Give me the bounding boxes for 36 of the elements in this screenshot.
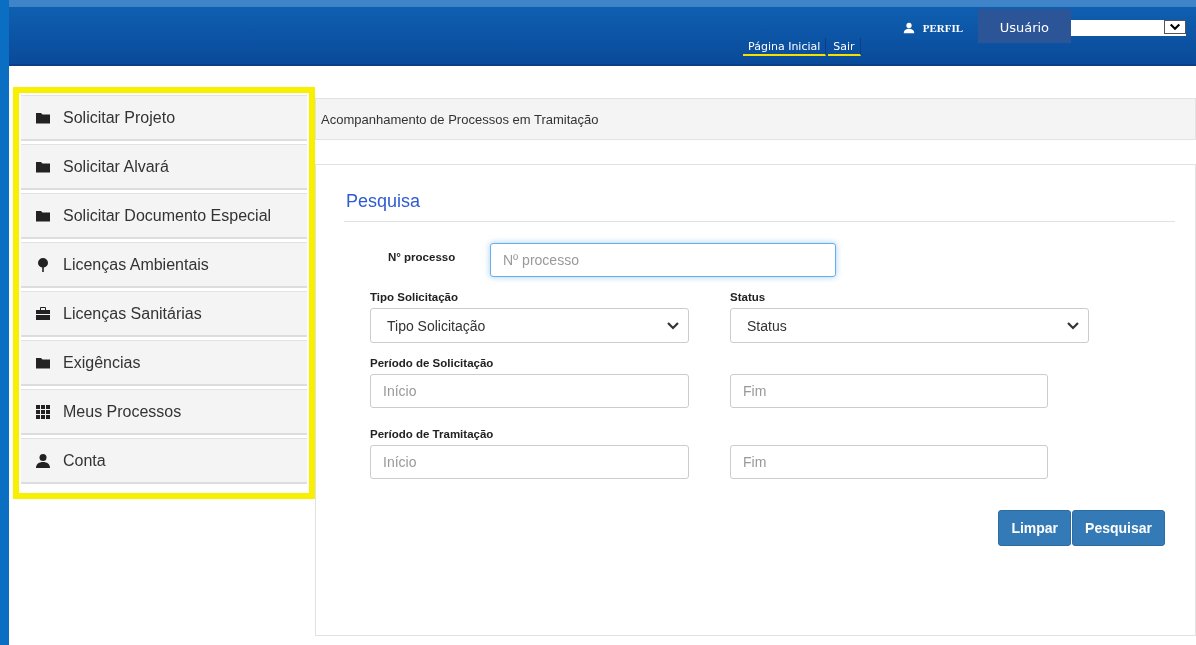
input-field[interactable]: Início <box>370 445 689 479</box>
field-label: N° processo <box>388 250 457 263</box>
chevron-icon <box>666 320 680 331</box>
menu-item[interactable]: Conta <box>21 438 307 484</box>
nav-link[interactable]: Página Inicial <box>743 38 827 56</box>
select-field[interactable]: Status <box>730 308 1089 343</box>
menu-item[interactable]: Solicitar Projeto <box>21 95 307 141</box>
menu-item[interactable]: Solicitar Documento Especial <box>21 193 307 239</box>
user-icon <box>35 452 51 469</box>
profile-tooltip: Usuário <box>977 9 1072 43</box>
profile-label: PERFIL <box>922 22 963 34</box>
input-field[interactable]: Início <box>370 374 689 408</box>
page-title: Acompanhamento de Processos em Tramitação <box>315 98 1196 140</box>
field-label: Período de Tramitação <box>370 428 495 440</box>
grid-icon <box>35 403 51 420</box>
action-button[interactable]: Limpar <box>998 510 1072 546</box>
select-field[interactable]: Tipo Solicitação <box>370 308 689 343</box>
menu-item[interactable]: Licenças Sanitárias <box>21 291 307 337</box>
menu-item[interactable]: Exigências <box>21 340 307 386</box>
chevron-icon <box>1066 320 1080 331</box>
field-label: Período de Solicitação <box>370 357 495 369</box>
field-label: Tipo Solicitação <box>370 291 459 303</box>
menu-item[interactable]: Solicitar Alvará <box>21 144 307 190</box>
menu-item[interactable]: Meus Processos <box>21 389 307 435</box>
input-field[interactable]: Fim <box>730 374 1048 408</box>
action-button[interactable]: Pesquisar <box>1072 510 1165 546</box>
caret-icon <box>1164 20 1186 34</box>
input-field[interactable]: Fim <box>730 445 1048 479</box>
field-label: Status <box>730 291 767 303</box>
menu-item[interactable]: Licenças Ambientais <box>21 242 307 288</box>
tree-icon <box>35 256 51 273</box>
briefcase-icon <box>35 305 51 322</box>
section-heading: Pesquisa <box>344 191 1175 222</box>
nav-link[interactable]: Sair <box>828 38 861 56</box>
input-field[interactable]: Nº processo <box>490 243 836 277</box>
user-icon <box>902 22 915 34</box>
